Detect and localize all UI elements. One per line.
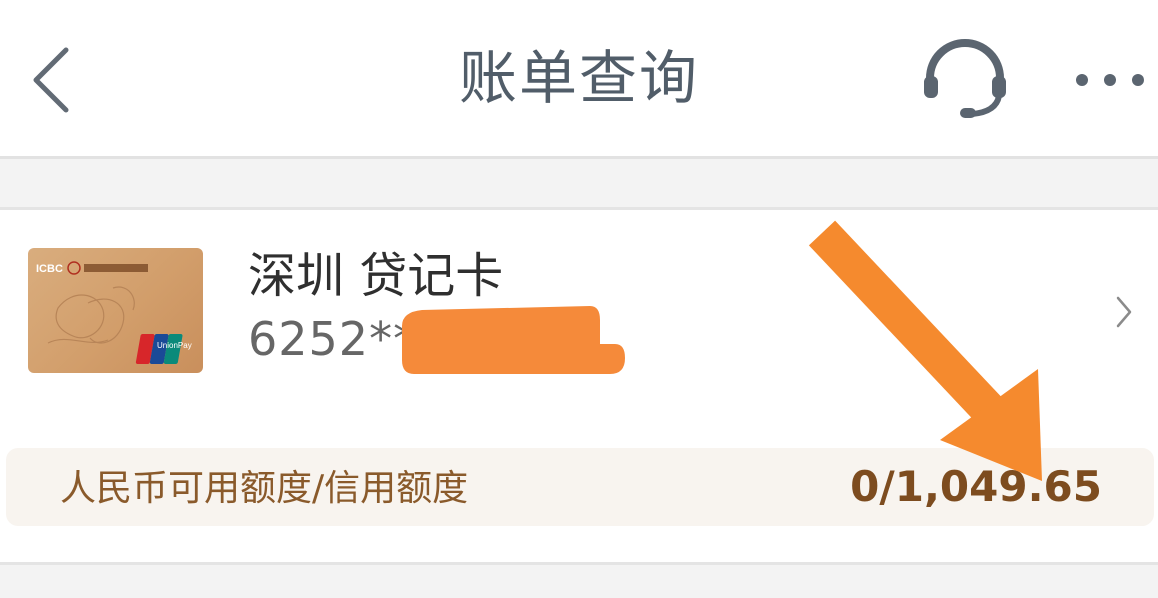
unionpay-logo-icon: UnionPay: [135, 334, 192, 364]
credit-limit-label: 人民币可用额度/信用额度: [60, 468, 469, 509]
card-artwork-icon: ICBC UnionPay: [36, 261, 192, 364]
bank-card-image: ICBC UnionPay: [28, 248, 203, 373]
card-row[interactable]: ICBC UnionPay 深圳 贷记卡 6252**: [0, 207, 1158, 415]
card-number: 6252**: [248, 312, 418, 366]
credit-limit-row: 人民币可用额度/信用额度 0/1,049.65: [6, 448, 1154, 526]
credit-section: 人民币可用额度/信用额度 0/1,049.65: [0, 412, 1158, 565]
more-icon[interactable]: [1070, 60, 1150, 100]
credit-limit-value: 0/1,049.65: [850, 462, 1102, 511]
chevron-right-icon[interactable]: [1114, 294, 1134, 330]
svg-text:ICBC: ICBC: [36, 263, 63, 275]
headset-icon[interactable]: [920, 38, 1010, 120]
redaction-mask: [402, 306, 625, 374]
svg-text:UnionPay: UnionPay: [157, 341, 192, 350]
header-bar: 账单查询: [0, 0, 1158, 159]
card-name: 深圳 贷记卡: [248, 248, 504, 304]
